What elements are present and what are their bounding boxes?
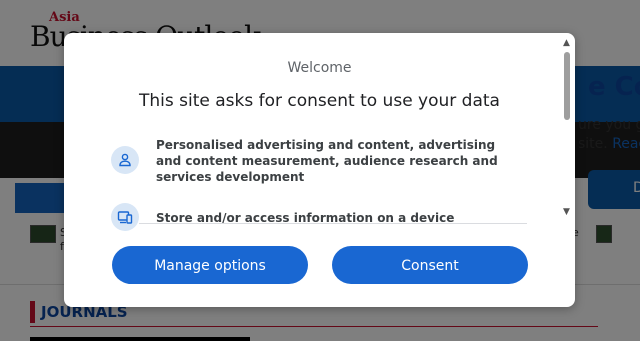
- person-icon: [111, 146, 139, 174]
- scroll-up-arrow-icon[interactable]: ▲: [563, 39, 570, 48]
- divider: [139, 223, 527, 224]
- consent-dialog: Welcome This site asks for consent to us…: [64, 33, 575, 307]
- consent-button[interactable]: Consent: [332, 246, 528, 284]
- purpose-text: Personalised advertising and content, ad…: [156, 138, 498, 184]
- manage-options-button[interactable]: Manage options: [112, 246, 308, 284]
- devices-icon: [111, 203, 139, 231]
- dialog-welcome: Welcome: [287, 60, 352, 76]
- scrollbar-thumb[interactable]: [564, 52, 570, 120]
- purpose-item: Personalised advertising and content, ad…: [111, 137, 521, 189]
- dialog-heading: This site asks for consent to use your d…: [139, 91, 500, 111]
- purpose-item: Store and/or access information on a dev…: [111, 203, 521, 231]
- scroll-down-arrow-icon[interactable]: ▼: [563, 208, 570, 217]
